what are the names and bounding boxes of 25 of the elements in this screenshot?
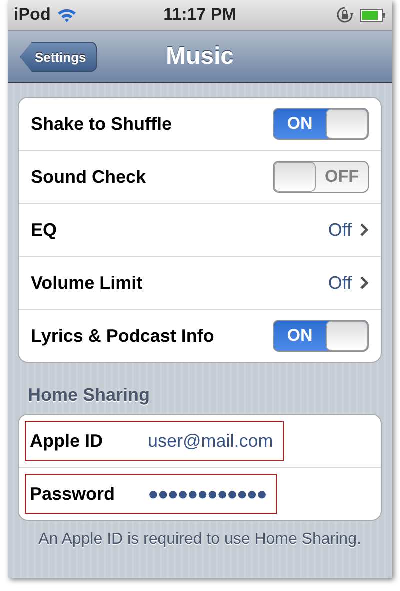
carrier-name: iPod bbox=[14, 5, 51, 25]
toggle-switch[interactable]: OFF bbox=[273, 161, 369, 193]
toggle-switch[interactable]: ON bbox=[273, 320, 369, 352]
clock-time: 11:17 PM bbox=[164, 5, 236, 25]
setting-label: Volume Limit bbox=[31, 272, 144, 294]
field-label: Password bbox=[30, 484, 116, 504]
screen-title: Music bbox=[166, 42, 234, 70]
wifi-icon bbox=[56, 8, 77, 22]
setting-label: Shake to Shuffle bbox=[31, 114, 174, 134]
back-button[interactable]: Settings bbox=[20, 42, 98, 72]
setting-label: Lyrics & Podcast Info bbox=[31, 326, 216, 346]
footer-note: An Apple ID is required to use Home Sharing. bbox=[38, 530, 362, 550]
chevron-icon bbox=[360, 223, 369, 237]
setting-label: Sound Check bbox=[31, 166, 148, 188]
setting-label: EQ bbox=[31, 220, 58, 240]
password-field[interactable]: ●●●●●●●●●●●● bbox=[148, 484, 266, 504]
section-header: Home Sharing bbox=[27, 384, 152, 407]
setting-value: Off bbox=[328, 220, 352, 240]
field-label: Apple ID bbox=[30, 430, 104, 452]
rotation-lock-icon bbox=[336, 6, 354, 24]
setting-value: Off bbox=[328, 272, 352, 294]
chevron-icon bbox=[360, 276, 369, 290]
battery-icon bbox=[360, 8, 386, 22]
apple-id-field[interactable]: user@mail.com bbox=[148, 430, 274, 452]
toggle-switch[interactable]: ON bbox=[273, 108, 369, 140]
